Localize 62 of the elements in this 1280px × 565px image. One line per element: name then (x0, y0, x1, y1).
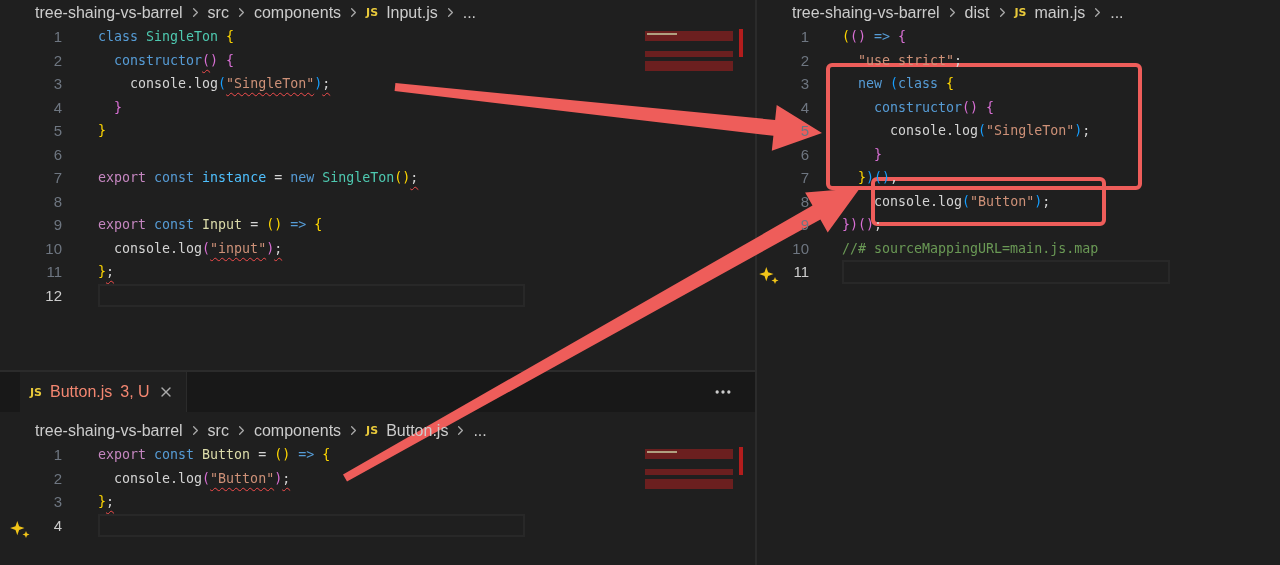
breadcrumb-item[interactable]: ... (470, 421, 490, 440)
line-number: 6 (800, 145, 809, 163)
line-number: 6 (53, 145, 62, 163)
sparkle-icon[interactable] (759, 266, 779, 285)
code-line: console.log("Button"); (113, 469, 291, 488)
breadcrumb-item[interactable]: src (204, 3, 232, 22)
line-number: 3 (53, 75, 62, 93)
line-number: 11 (793, 263, 809, 281)
breadcrumb-item[interactable]: JS Input.js (363, 3, 441, 22)
code-line: (() => { (842, 28, 907, 46)
line-number: 11 (46, 263, 62, 281)
sparkle-icon[interactable] (10, 519, 30, 538)
code-line: constructor() { (113, 51, 235, 70)
breadcrumb-item[interactable]: dist (961, 3, 993, 22)
code-line: new (class { (857, 75, 955, 93)
code-line: class SingleTon { (98, 28, 235, 46)
line-number: 2 (53, 469, 62, 487)
line-number: 3 (53, 493, 62, 511)
code-line: console.log("input"); (113, 239, 283, 258)
code-line: export const Button = () => { (98, 446, 331, 464)
breadcrumb-item[interactable]: ... (1107, 3, 1127, 22)
breadcrumb-item[interactable]: JS main.js (1011, 3, 1089, 22)
line-number: 7 (53, 169, 62, 187)
code-line: console.log("SingleTon"); (889, 122, 1091, 140)
line-number: 5 (53, 122, 62, 140)
line-number: 7 (800, 169, 809, 187)
code-line: } (873, 145, 883, 164)
line-number: 10 (45, 239, 62, 257)
line-number: 4 (800, 98, 809, 116)
code-line: export const Input = () => { (98, 216, 323, 234)
line-number: 4 (53, 516, 62, 534)
breadcrumb-item[interactable]: tree-shaing-vs-barrel (789, 3, 943, 22)
code-line: //# sourceMappingURL=main.js.map (842, 239, 1099, 258)
line-number: 1 (53, 446, 62, 464)
breadcrumb-item[interactable]: ... (459, 3, 480, 22)
code-line: console.log("SingleTon"); (129, 75, 331, 93)
line-number: 3 (800, 75, 809, 93)
line-number: 1 (800, 28, 809, 46)
code-line: export const instance = new SingleTon(); (98, 169, 419, 187)
line-number: 8 (53, 192, 62, 210)
line-number: 5 (800, 122, 809, 140)
code-line: console.log("Button"); (873, 192, 1051, 211)
line-number: 9 (53, 216, 62, 234)
breadcrumb-item[interactable]: tree-shaing-vs-barrel (32, 3, 186, 22)
line-number: 2 (53, 51, 62, 69)
code-line: } (113, 98, 123, 117)
line-number: 2 (800, 51, 809, 69)
line-number: 8 (800, 192, 809, 210)
breadcrumb-item[interactable]: components (250, 3, 345, 22)
breadcrumb-item[interactable]: src (204, 421, 232, 440)
line-number: 4 (53, 98, 62, 116)
breadcrumb-item[interactable]: components (250, 421, 345, 440)
line-number: 1 (53, 28, 62, 46)
code-line: } (98, 122, 106, 140)
code-line: })(); (842, 216, 883, 234)
editor-tab[interactable]: JS Button.js 3, U (20, 372, 187, 412)
breadcrumb-item[interactable]: tree-shaing-vs-barrel (32, 421, 186, 440)
code-line: }; (98, 263, 115, 281)
line-number: 10 (792, 239, 809, 257)
code-line: }; (98, 493, 115, 511)
line-number: 12 (45, 286, 62, 304)
code-line: constructor() { (873, 98, 995, 117)
